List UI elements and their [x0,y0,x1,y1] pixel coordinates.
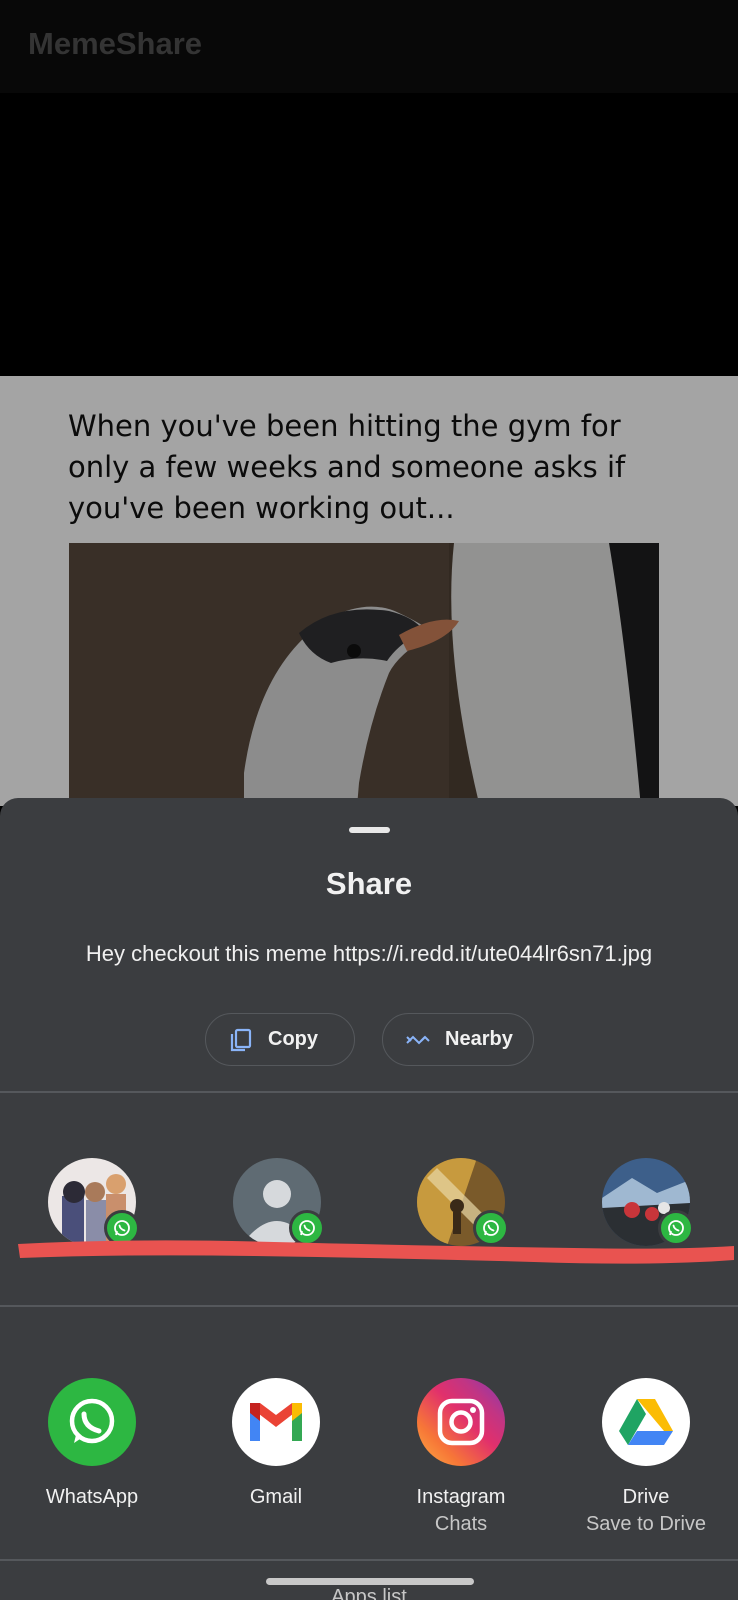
app-title: MemeShare [28,26,203,61]
app-drive[interactable]: Drive Save to Drive [571,1378,721,1538]
drag-handle[interactable] [349,827,390,833]
nearby-label: Nearby [445,1028,513,1050]
instagram-icon [417,1378,505,1466]
copy-label: Copy [268,1028,318,1050]
apps-list-label[interactable]: Apps list [0,1586,738,1600]
app-gmail[interactable]: Gmail [201,1378,351,1510]
nearby-button[interactable]: Nearby [382,1013,534,1066]
share-sheet-title: Share [325,866,413,901]
app-label: Drive [622,1486,670,1508]
penguin-photo [69,543,659,806]
app-bar: MemeShare [0,0,738,93]
whatsapp-badge-icon [658,1210,694,1246]
share-sheet: Share Hey checkout this meme https://i.r… [0,798,738,1600]
direct-share-contact-3[interactable] [417,1158,509,1246]
direct-share-contact-2[interactable] [233,1158,325,1246]
meme-image [69,543,659,806]
direct-share-contact-1[interactable] [48,1158,140,1246]
gmail-icon [232,1378,320,1466]
whatsapp-icon [48,1378,136,1466]
divider [0,1305,738,1307]
app-sublabel: Chats [434,1513,488,1535]
app-label: Instagram [416,1486,506,1508]
drive-icon [602,1378,690,1466]
app-sublabel: Save to Drive [585,1513,707,1535]
app-label: Gmail [249,1486,303,1508]
copy-button[interactable]: Copy [205,1013,355,1066]
divider [0,1559,738,1561]
whatsapp-badge-icon [473,1210,509,1246]
whatsapp-badge-icon [289,1210,325,1246]
app-whatsapp[interactable]: WhatsApp [17,1378,167,1510]
meme-card: When you've been hitting the gym for onl… [0,376,738,806]
empty-area [0,93,738,376]
direct-share-contact-4[interactable] [602,1158,694,1246]
whatsapp-badge-icon [104,1210,140,1246]
copy-icon [228,1027,254,1053]
gesture-nav-bar[interactable] [266,1578,474,1585]
nearby-icon [405,1027,431,1053]
share-preview-text: Hey checkout this meme https://i.redd.it… [85,941,653,966]
app-instagram[interactable]: Instagram Chats [386,1378,536,1538]
app-label: WhatsApp [45,1486,139,1508]
meme-caption: When you've been hitting the gym for onl… [68,409,626,525]
divider [0,1091,738,1093]
